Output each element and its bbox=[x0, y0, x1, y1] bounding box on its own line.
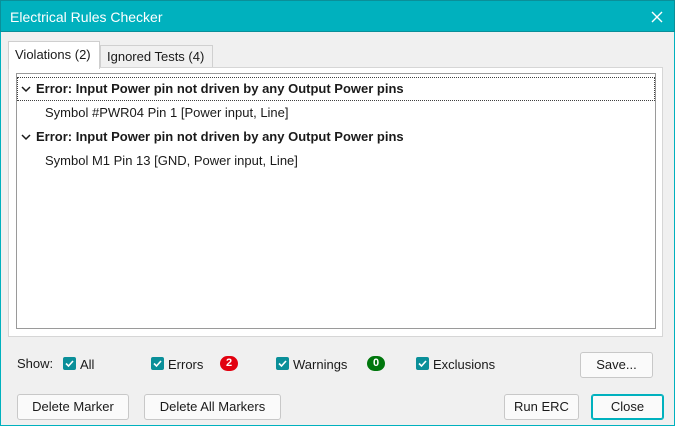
window-title: Electrical Rules Checker bbox=[10, 9, 163, 25]
violation-item[interactable]: Symbol #PWR04 Pin 1 [Power input, Line] bbox=[17, 101, 655, 125]
chevron-down-icon[interactable] bbox=[20, 77, 32, 101]
run-erc-button[interactable]: Run ERC bbox=[504, 394, 579, 420]
filter-all-checkbox[interactable] bbox=[63, 357, 76, 370]
chevron-down-icon[interactable] bbox=[20, 125, 32, 149]
violation-item[interactable]: Symbol M1 Pin 13 [GND, Power input, Line… bbox=[17, 149, 655, 173]
show-label: Show: bbox=[17, 356, 54, 371]
tab-ignored-tests[interactable]: Ignored Tests (4) bbox=[100, 45, 213, 68]
warnings-count-badge: 0 bbox=[367, 356, 385, 371]
checkmark-icon bbox=[278, 360, 287, 368]
filter-exclusions-label[interactable]: Exclusions bbox=[433, 357, 495, 372]
filter-errors-checkbox[interactable] bbox=[151, 357, 164, 370]
delete-all-markers-button[interactable]: Delete All Markers bbox=[144, 394, 281, 420]
checkmark-icon bbox=[418, 360, 427, 368]
title-bar: Electrical Rules Checker bbox=[0, 0, 675, 32]
violations-tree[interactable]: Error: Input Power pin not driven by any… bbox=[16, 73, 656, 329]
filter-all-label[interactable]: All bbox=[80, 357, 94, 372]
save-button[interactable]: Save... bbox=[580, 352, 653, 378]
violation-heading: Error: Input Power pin not driven by any… bbox=[36, 129, 404, 144]
violation-item-label: Symbol M1 Pin 13 [GND, Power input, Line… bbox=[45, 153, 298, 168]
violation-item-label: Symbol #PWR04 Pin 1 [Power input, Line] bbox=[45, 105, 289, 120]
filter-warnings-checkbox[interactable] bbox=[276, 357, 289, 370]
close-button[interactable]: Close bbox=[591, 394, 664, 420]
filter-warnings-label[interactable]: Warnings bbox=[293, 357, 347, 372]
violation-heading: Error: Input Power pin not driven by any… bbox=[36, 81, 404, 96]
show-filter-bar: Show: All Errors 2 Warnings 0 Exclusions… bbox=[0, 352, 675, 378]
tab-violations[interactable]: Violations (2) bbox=[8, 41, 100, 69]
filter-errors-label[interactable]: Errors bbox=[168, 357, 203, 372]
violation-group[interactable]: Error: Input Power pin not driven by any… bbox=[17, 77, 655, 101]
close-icon bbox=[651, 11, 663, 22]
delete-marker-button[interactable]: Delete Marker bbox=[17, 394, 129, 420]
filter-exclusions-checkbox[interactable] bbox=[416, 357, 429, 370]
checkmark-icon bbox=[65, 360, 74, 368]
close-window-button[interactable] bbox=[640, 1, 674, 32]
violations-panel: Error: Input Power pin not driven by any… bbox=[8, 67, 663, 337]
violation-group[interactable]: Error: Input Power pin not driven by any… bbox=[17, 125, 655, 149]
checkmark-icon bbox=[153, 360, 162, 368]
errors-count-badge: 2 bbox=[220, 356, 238, 371]
